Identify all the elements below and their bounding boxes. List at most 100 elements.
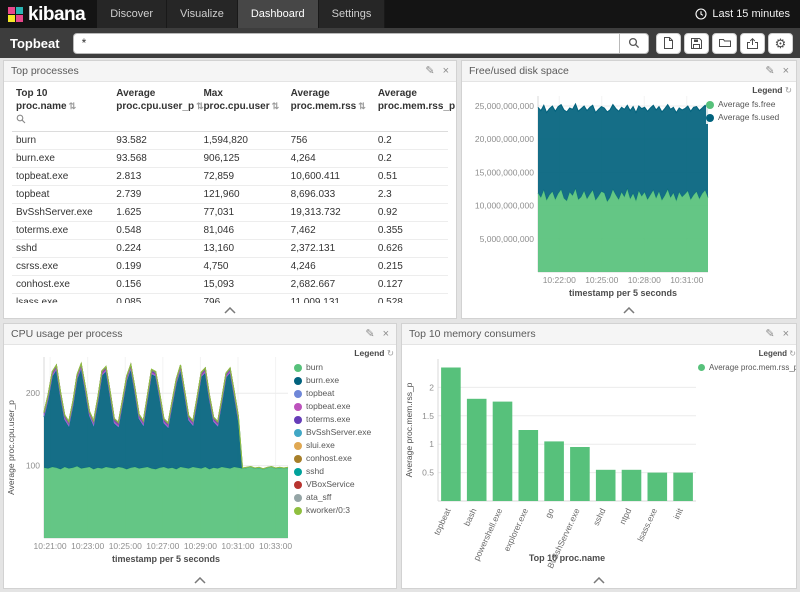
close-panel-icon[interactable]: ×: [383, 329, 389, 340]
legend-color-dot: [294, 468, 302, 476]
kibana-logo[interactable]: kibana: [0, 5, 97, 24]
svg-text:lsass.exe: lsass.exe: [635, 506, 659, 543]
table-cell: BvSshServer.exe: [12, 203, 112, 221]
close-panel-icon[interactable]: ×: [783, 66, 789, 77]
svg-text:bash: bash: [462, 506, 479, 527]
legend-item[interactable]: toterms.exe: [294, 413, 394, 426]
svg-text:10:29:00: 10:29:00: [184, 541, 217, 551]
svg-text:10:25:00: 10:25:00: [585, 275, 618, 285]
svg-text:Average proc.cpu.user_p: Average proc.cpu.user_p: [6, 400, 16, 495]
table-cell: 0.127: [374, 275, 448, 293]
edit-panel-icon[interactable]: ✎: [765, 329, 774, 340]
svg-text:10:22:00: 10:22:00: [543, 275, 576, 285]
dashboard-title: Topbeat: [7, 36, 73, 51]
legend-item[interactable]: slui.exe: [294, 439, 394, 452]
table-cell: toterms.exe: [12, 221, 112, 239]
legend-color-dot: [294, 481, 302, 489]
table-cell: 2.739: [112, 185, 199, 203]
nav-item-settings[interactable]: Settings: [319, 0, 386, 28]
edit-panel-icon[interactable]: ✎: [365, 329, 374, 340]
close-panel-icon[interactable]: ×: [783, 329, 789, 340]
open-folder-icon: [719, 38, 731, 48]
legend-color-dot: [294, 377, 302, 385]
load-dashboard-button[interactable]: [712, 33, 737, 54]
legend-label: kworker/0:3: [306, 504, 350, 517]
sort-icon[interactable]: ⇅: [358, 101, 366, 111]
close-panel-icon[interactable]: ×: [443, 66, 449, 77]
edit-panel-icon[interactable]: ✎: [765, 66, 774, 77]
legend-toggle-icon[interactable]: ↻: [385, 348, 394, 358]
sort-icon[interactable]: ⇅: [272, 101, 280, 111]
kibana-dashboard-app: kibana Discover Visualize Dashboard Sett…: [0, 0, 800, 592]
legend-color-dot: [294, 403, 302, 411]
search-icon: [628, 37, 640, 49]
table-cell: burn: [12, 131, 112, 149]
nav-item-visualize[interactable]: Visualize: [167, 0, 238, 28]
panel-title: Free/used disk space: [469, 65, 569, 77]
table-cell: 0.2: [374, 131, 448, 149]
options-button[interactable]: ⚙: [768, 33, 793, 54]
table-column-header[interactable]: Top 10 proc.name⇅: [12, 85, 112, 131]
query-bar: [73, 33, 649, 54]
top-processes-table: Top 10 proc.name⇅Average proc.cpu.user_p…: [12, 85, 448, 303]
table-cell: 0.2: [374, 149, 448, 167]
table-row: topbeat.exe2.81372,85910,600.4110.51: [12, 167, 448, 185]
legend-item[interactable]: Average fs.used: [706, 111, 792, 124]
save-dashboard-button[interactable]: [684, 33, 709, 54]
table-cell: topbeat.exe: [12, 167, 112, 185]
legend-item[interactable]: kworker/0:3: [294, 504, 394, 517]
legend-item[interactable]: conhost.exe: [294, 452, 394, 465]
legend-color-dot: [698, 364, 705, 371]
svg-text:10:31:00: 10:31:00: [670, 275, 703, 285]
svg-text:timestamp per 5 seconds: timestamp per 5 seconds: [112, 554, 220, 564]
legend-toggle-icon[interactable]: ↻: [787, 349, 796, 358]
legend-item[interactable]: Average fs.free: [706, 98, 792, 111]
table-column-header[interactable]: Average proc.cpu.user_p⇅: [112, 85, 199, 131]
svg-text:1: 1: [429, 439, 434, 449]
legend-item[interactable]: BvSshServer.exe: [294, 426, 394, 439]
legend-label: topbeat.exe: [306, 400, 350, 413]
search-button[interactable]: [619, 33, 649, 54]
collapse-chevron[interactable]: [622, 307, 636, 314]
collapse-chevron[interactable]: [592, 577, 606, 584]
svg-text:ntpd: ntpd: [617, 506, 633, 525]
table-column-header[interactable]: Average proc.mem.rss_p⇅: [374, 85, 448, 131]
legend-item[interactable]: topbeat: [294, 387, 394, 400]
legend-item[interactable]: sshd: [294, 465, 394, 478]
table-cell: 2.813: [112, 167, 199, 185]
legend-item[interactable]: burn.exe: [294, 374, 394, 387]
table-row: burn.exe93.568906,1254,2640.2: [12, 149, 448, 167]
collapse-chevron[interactable]: [193, 577, 207, 584]
svg-text:10:31:00: 10:31:00: [221, 541, 254, 551]
kibana-logo-icon: [8, 7, 23, 22]
legend-toggle-icon[interactable]: ↻: [783, 85, 792, 95]
table-cell: 13,160: [199, 239, 286, 257]
new-dashboard-button[interactable]: [656, 33, 681, 54]
table-cell: 19,313.732: [287, 203, 374, 221]
share-button[interactable]: [740, 33, 765, 54]
table-column-header[interactable]: Average proc.mem.rss⇅: [287, 85, 374, 131]
table-cell: 93.582: [112, 131, 199, 149]
nav-item-dashboard[interactable]: Dashboard: [238, 0, 319, 28]
legend-label: ata_sff: [306, 491, 331, 504]
table-cell: 906,125: [199, 149, 286, 167]
table-cell: 2.3: [374, 185, 448, 203]
legend-item[interactable]: VBoxService: [294, 478, 394, 491]
table-column-header[interactable]: Max proc.cpu.user⇅: [199, 85, 286, 131]
table-row: conhost.exe0.15615,0932,682.6670.127: [12, 275, 448, 293]
nav-item-discover[interactable]: Discover: [97, 0, 167, 28]
sort-icon[interactable]: ⇅: [69, 101, 77, 111]
new-document-icon: [663, 37, 674, 49]
edit-panel-icon[interactable]: ✎: [425, 66, 434, 77]
legend-item[interactable]: Average proc.mem.rss_p: [698, 361, 796, 374]
time-picker[interactable]: Last 15 minutes: [695, 8, 800, 20]
legend-item[interactable]: burn: [294, 361, 394, 374]
top-navbar: kibana Discover Visualize Dashboard Sett…: [0, 0, 800, 28]
legend-label: Average proc.mem.rss_p: [709, 361, 796, 374]
query-input[interactable]: [73, 33, 619, 54]
legend-item[interactable]: topbeat.exe: [294, 400, 394, 413]
collapse-chevron[interactable]: [223, 307, 237, 314]
panel-header: Top 10 memory consumers ✎ ×: [402, 324, 796, 345]
legend-item[interactable]: ata_sff: [294, 491, 394, 504]
filter-magnifier-icon[interactable]: [16, 114, 26, 124]
